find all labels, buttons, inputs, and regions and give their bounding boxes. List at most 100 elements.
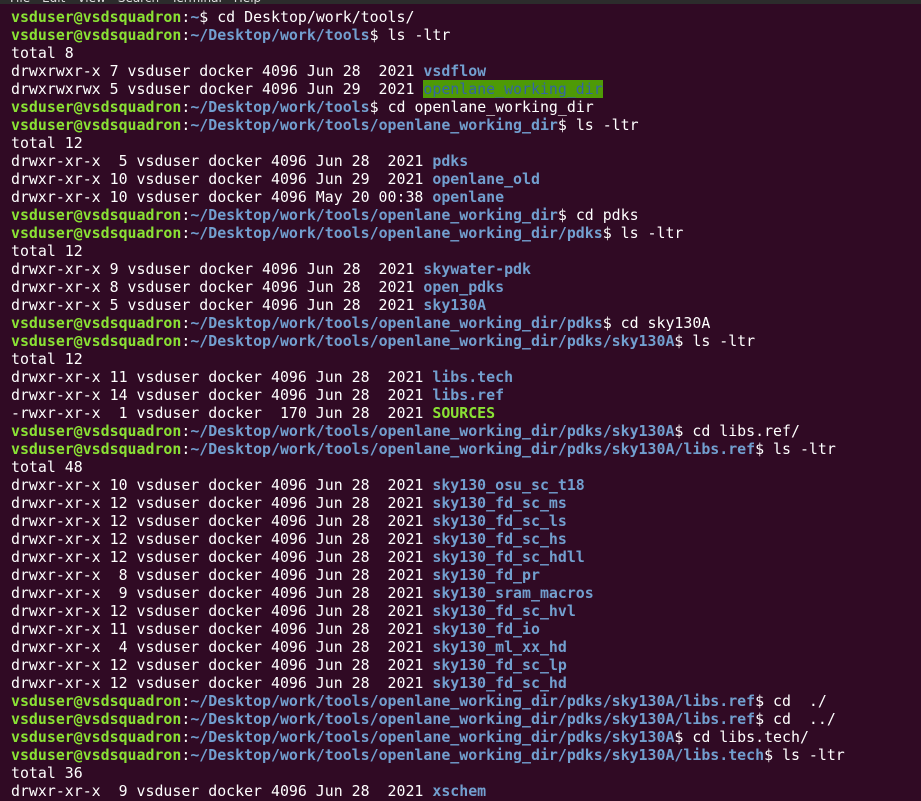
prompt-dollar: $: [674, 332, 693, 350]
listing-entry: drwxr-xr-x 5 vsduser docker 4096 Jun 28 …: [11, 296, 921, 314]
prompt-path: ~/Desktop/work/tools/openlane_working_di…: [190, 440, 756, 458]
prompt-separator: :: [181, 728, 191, 746]
prompt-line: vsduser@vsdsquadron:~/Desktop/work/tools…: [11, 440, 921, 458]
prompt-separator: :: [181, 314, 191, 332]
listing-entry: drwxr-xr-x 12 vsduser docker 4096 Jun 28…: [11, 494, 921, 512]
entry-metadata: drwxrwxr-x 7 vsduser docker 4096 Jun 28 …: [11, 62, 424, 80]
entry-name: sky130_fd_pr: [432, 566, 540, 584]
prompt-separator: :: [181, 8, 191, 26]
prompt-separator: :: [181, 116, 191, 134]
prompt-path: ~/Desktop/work/tools/openlane_working_di…: [190, 710, 756, 728]
output-text: total 36: [11, 764, 83, 782]
prompt-dollar: $: [199, 8, 218, 26]
prompt-separator: :: [181, 692, 191, 710]
listing-entry: drwxr-xr-x 5 vsduser docker 4096 Jun 28 …: [11, 152, 921, 170]
prompt-user-host: vsduser@vsdsquadron: [11, 332, 182, 350]
listing-entry: drwxr-xr-x 10 vsduser docker 4096 May 20…: [11, 188, 921, 206]
listing-entry: drwxrwxrwx 5 vsduser docker 4096 Jun 29 …: [11, 80, 921, 98]
menu-item-view[interactable]: View: [77, 0, 105, 4]
entry-name: SOURCES: [432, 404, 496, 422]
entry-name: xschem: [432, 782, 487, 800]
listing-entry: drwxr-xr-x 9 vsduser docker 4096 Jun 28 …: [11, 584, 921, 602]
prompt-path: ~/Desktop/work/tools/openlane_working_di…: [190, 746, 765, 764]
entry-metadata: drwxr-xr-x 8 vsduser docker 4096 Jun 28 …: [11, 278, 424, 296]
prompt-dollar: $: [764, 746, 783, 764]
menu-item-edit[interactable]: Edit: [42, 0, 65, 4]
listing-entry: drwxr-xr-x 8 vsduser docker 4096 Jun 28 …: [11, 278, 921, 296]
listing-entry: drwxr-xr-x 12 vsduser docker 4096 Jun 28…: [11, 656, 921, 674]
prompt-dollar: $: [755, 692, 774, 710]
prompt-user-host: vsduser@vsdsquadron: [11, 98, 182, 116]
listing-entry: drwxr-xr-x 14 vsduser docker 4096 Jun 28…: [11, 386, 921, 404]
menu-item-help[interactable]: Help: [234, 0, 261, 4]
entry-metadata: drwxr-xr-x 12 vsduser docker 4096 Jun 28…: [11, 674, 433, 692]
listing-entry: drwxr-xr-x 12 vsduser docker 4096 Jun 28…: [11, 512, 921, 530]
entry-name: sky130_sram_macros: [432, 584, 594, 602]
entry-name: sky130_fd_sc_hd: [432, 674, 567, 692]
output-total-line: total 12: [11, 242, 921, 260]
prompt-user-host: vsduser@vsdsquadron: [11, 8, 182, 26]
prompt-user-host: vsduser@vsdsquadron: [11, 440, 182, 458]
entry-metadata: drwxr-xr-x 10 vsduser docker 4096 Jun 29…: [11, 170, 433, 188]
entry-name: libs.ref: [432, 386, 505, 404]
prompt-dollar: $: [755, 710, 774, 728]
listing-entry: drwxr-xr-x 8 vsduser docker 4096 Jun 28 …: [11, 566, 921, 584]
listing-entry: drwxr-xr-x 11 vsduser docker 4096 Jun 28…: [11, 620, 921, 638]
output-total-line: total 36: [11, 764, 921, 782]
output-text: total 12: [11, 134, 83, 152]
listing-entry: drwxr-xr-x 10 vsduser docker 4096 Jun 28…: [11, 476, 921, 494]
command-text: cd openlane_working_dir: [387, 98, 594, 116]
prompt-user-host: vsduser@vsdsquadron: [11, 422, 182, 440]
prompt-path: ~/Desktop/work/tools/openlane_working_di…: [190, 224, 603, 242]
prompt-path: ~/Desktop/work/tools: [190, 98, 370, 116]
menu-item-file[interactable]: File: [10, 0, 30, 4]
entry-metadata: drwxr-xr-x 12 vsduser docker 4096 Jun 28…: [11, 602, 433, 620]
entry-name: sky130_fd_sc_ls: [432, 512, 567, 530]
prompt-dollar: $: [369, 26, 388, 44]
prompt-line: vsduser@vsdsquadron:~/Desktop/work/tools…: [11, 728, 921, 746]
output-total-line: total 48: [11, 458, 921, 476]
prompt-user-host: vsduser@vsdsquadron: [11, 692, 182, 710]
command-text: cd sky130A: [620, 314, 711, 332]
command-text: cd Desktop/work/tools/: [217, 8, 415, 26]
entry-metadata: drwxr-xr-x 8 vsduser docker 4096 Jun 28 …: [11, 566, 433, 584]
menu-item-terminal[interactable]: Terminal: [171, 0, 222, 4]
listing-entry: drwxr-xr-x 4 vsduser docker 4096 Jun 28 …: [11, 638, 921, 656]
menu-items: File Edit View Search Terminal Help: [10, 0, 273, 4]
prompt-path: ~/Desktop/work/tools/openlane_working_di…: [190, 332, 675, 350]
output-total-line: total 8: [11, 44, 921, 62]
prompt-user-host: vsduser@vsdsquadron: [11, 728, 182, 746]
prompt-path: ~/Desktop/work/tools/openlane_working_di…: [190, 728, 675, 746]
entry-metadata: -rwxr-xr-x 1 vsduser docker 170 Jun 28 2…: [11, 404, 433, 422]
menu-bar: File Edit View Search Terminal Help: [0, 0, 921, 4]
prompt-line: vsduser@vsdsquadron:~/Desktop/work/tools…: [11, 710, 921, 728]
menu-item-search[interactable]: Search: [118, 0, 159, 4]
entry-name: sky130_fd_sc_lp: [432, 656, 567, 674]
listing-entry: drwxr-xr-x 10 vsduser docker 4096 Jun 29…: [11, 170, 921, 188]
listing-entry: drwxr-xr-x 12 vsduser docker 4096 Jun 28…: [11, 602, 921, 620]
entry-name: sky130A: [423, 296, 487, 314]
listing-entry: drwxr-xr-x 12 vsduser docker 4096 Jun 28…: [11, 674, 921, 692]
entry-name: openlane_working_dir: [423, 80, 603, 98]
listing-entry: drwxr-xr-x 12 vsduser docker 4096 Jun 28…: [11, 530, 921, 548]
prompt-line: vsduser@vsdsquadron:~/Desktop/work/tools…: [11, 746, 921, 764]
prompt-line: vsduser@vsdsquadron:~/Desktop/work/tools…: [11, 314, 921, 332]
terminal-output[interactable]: vsduser@vsdsquadron:~$ cd Desktop/work/t…: [0, 8, 921, 800]
prompt-user-host: vsduser@vsdsquadron: [11, 314, 182, 332]
entry-metadata: drwxr-xr-x 11 vsduser docker 4096 Jun 28…: [11, 368, 433, 386]
entry-metadata: drwxr-xr-x 12 vsduser docker 4096 Jun 28…: [11, 530, 433, 548]
prompt-dollar: $: [674, 728, 693, 746]
prompt-user-host: vsduser@vsdsquadron: [11, 710, 182, 728]
prompt-dollar: $: [674, 422, 693, 440]
entry-metadata: drwxr-xr-x 5 vsduser docker 4096 Jun 28 …: [11, 296, 424, 314]
command-text: cd ../: [773, 710, 836, 728]
entry-metadata: drwxr-xr-x 11 vsduser docker 4096 Jun 28…: [11, 620, 433, 638]
prompt-dollar: $: [369, 98, 388, 116]
entry-metadata: drwxr-xr-x 9 vsduser docker 4096 Jun 28 …: [11, 584, 433, 602]
entry-name: sky130_fd_io: [432, 620, 540, 638]
terminal-window: File Edit View Search Terminal Help vsduser@v…: [0, 0, 921, 801]
prompt-separator: :: [181, 224, 191, 242]
entry-name: vsdflow: [423, 62, 487, 80]
entry-name: open_pdks: [423, 278, 505, 296]
entry-name: skywater-pdk: [423, 260, 531, 278]
